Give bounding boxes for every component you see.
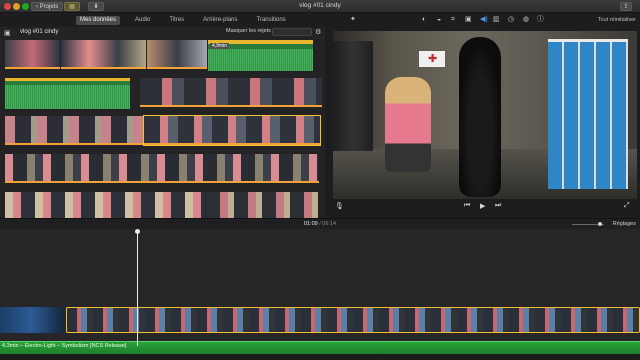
tab-titles[interactable]: Titres: [165, 16, 188, 25]
music-track-label: 4,3min – Electro-Light – Symbolism [NCS …: [2, 343, 127, 349]
video-clip[interactable]: [5, 116, 143, 145]
title-bar: ‹ Projets ▤ ⬇ vlog #01 cindy ⇪: [0, 0, 640, 13]
library-tabs: Mes données Audio Titres Arrière-plans T…: [76, 16, 290, 25]
info-icon[interactable]: ⓘ: [537, 16, 544, 24]
timeline-clip[interactable]: [0, 307, 63, 333]
video-clip[interactable]: [5, 154, 319, 183]
share-icon[interactable]: ⇪: [620, 2, 632, 11]
color-balance-icon[interactable]: ◐: [422, 16, 426, 24]
tab-my-media[interactable]: Mes données: [76, 16, 121, 25]
search-input[interactable]: [272, 28, 312, 36]
video-clip-selected[interactable]: [143, 115, 321, 146]
timecode: 01:09 / 06:14: [0, 221, 640, 227]
current-time: 01:09: [303, 221, 318, 227]
audio-clip[interactable]: [5, 78, 130, 109]
viewer-toolbar: ✦ ◐ ◒ ⌗ ▣ ◀) ▥ ◷ ◍ ⓘ Tout réinitialiser: [330, 14, 640, 26]
audio-waveform: [5, 85, 130, 109]
stabilization-icon[interactable]: ▣: [465, 16, 472, 24]
video-clip[interactable]: [5, 40, 60, 69]
viewer-frame-flag-cross: ✚: [428, 53, 438, 65]
magic-wand-icon[interactable]: ✦: [350, 16, 356, 24]
color-correction-icon[interactable]: ◒: [437, 16, 441, 24]
play-button[interactable]: ▶: [480, 202, 485, 210]
tab-transitions[interactable]: Transitions: [253, 16, 290, 25]
time-separator: /: [319, 221, 321, 227]
next-button[interactable]: ⏭: [495, 202, 501, 210]
noise-reduction-icon[interactable]: ▥: [493, 16, 500, 24]
browser-header: ▣ vlog #01 cindy Masquer les rejets ⌄ ⚙: [0, 27, 325, 38]
audio-waveform: [208, 49, 313, 71]
sidebar-toggle-icon[interactable]: ▣: [4, 29, 11, 37]
imovie-window: ‹ Projets ▤ ⬇ vlog #01 cindy ⇪ Mes donné…: [0, 0, 640, 360]
event-title: vlog #01 cindy: [20, 29, 59, 35]
fullscreen-icon[interactable]: ⤢: [624, 202, 630, 210]
crop-icon[interactable]: ⌗: [451, 16, 455, 24]
viewer-frame-jackets: [333, 41, 373, 151]
playhead[interactable]: [137, 232, 138, 346]
clip-filter-icon[interactable]: ◍: [523, 16, 529, 24]
clip-row: [5, 154, 319, 185]
tab-audio[interactable]: Audio: [131, 16, 154, 25]
video-clip[interactable]: [206, 192, 318, 221]
previous-button[interactable]: ⏮: [464, 202, 470, 210]
clip-row: [5, 78, 322, 109]
gear-icon[interactable]: ⚙: [315, 28, 321, 36]
speed-icon[interactable]: ◷: [508, 16, 514, 24]
media-browser: ▣ vlog #01 cindy Masquer les rejets ⌄ ⚙ …: [0, 27, 325, 221]
audio-clip[interactable]: 4,9min: [208, 40, 313, 71]
microphone-icon[interactable]: 🎙: [335, 202, 344, 210]
window-title: vlog #01 cindy: [299, 2, 341, 9]
video-clip[interactable]: [140, 78, 322, 107]
volume-icon[interactable]: ◀): [480, 16, 488, 24]
audio-clip-header: [5, 78, 130, 81]
video-clip[interactable]: [61, 40, 146, 69]
project-duration: 06:14: [322, 221, 337, 227]
video-clip[interactable]: [147, 40, 207, 69]
tab-backgrounds[interactable]: Arrière-plans: [199, 16, 241, 25]
zoom-slider-knob[interactable]: [598, 222, 602, 226]
reset-all-button[interactable]: Tout réinitialiser: [598, 17, 636, 23]
viewer-frame-lockers: [548, 39, 628, 189]
viewer-frame-person: [385, 77, 431, 172]
clip-row: 4,9min: [5, 40, 313, 71]
video-viewer[interactable]: ✚: [333, 31, 637, 199]
video-clip[interactable]: [5, 192, 205, 221]
reject-filter-dropdown[interactable]: Masquer les rejets ⌄: [226, 28, 277, 34]
audio-clip-duration: 4,9min: [210, 43, 230, 49]
timecode-bar: 01:09 / 06:14 Réglages: [0, 218, 640, 229]
timeline-clip-selected[interactable]: [66, 307, 640, 333]
settings-button[interactable]: Réglages: [613, 221, 636, 227]
viewer-controls: 🎙 ⏮ ▶ ⏭ ⤢: [333, 199, 637, 214]
viewer-frame-motorcycle: [459, 37, 501, 197]
timeline-footer: [0, 354, 640, 360]
clip-row: [5, 115, 321, 147]
